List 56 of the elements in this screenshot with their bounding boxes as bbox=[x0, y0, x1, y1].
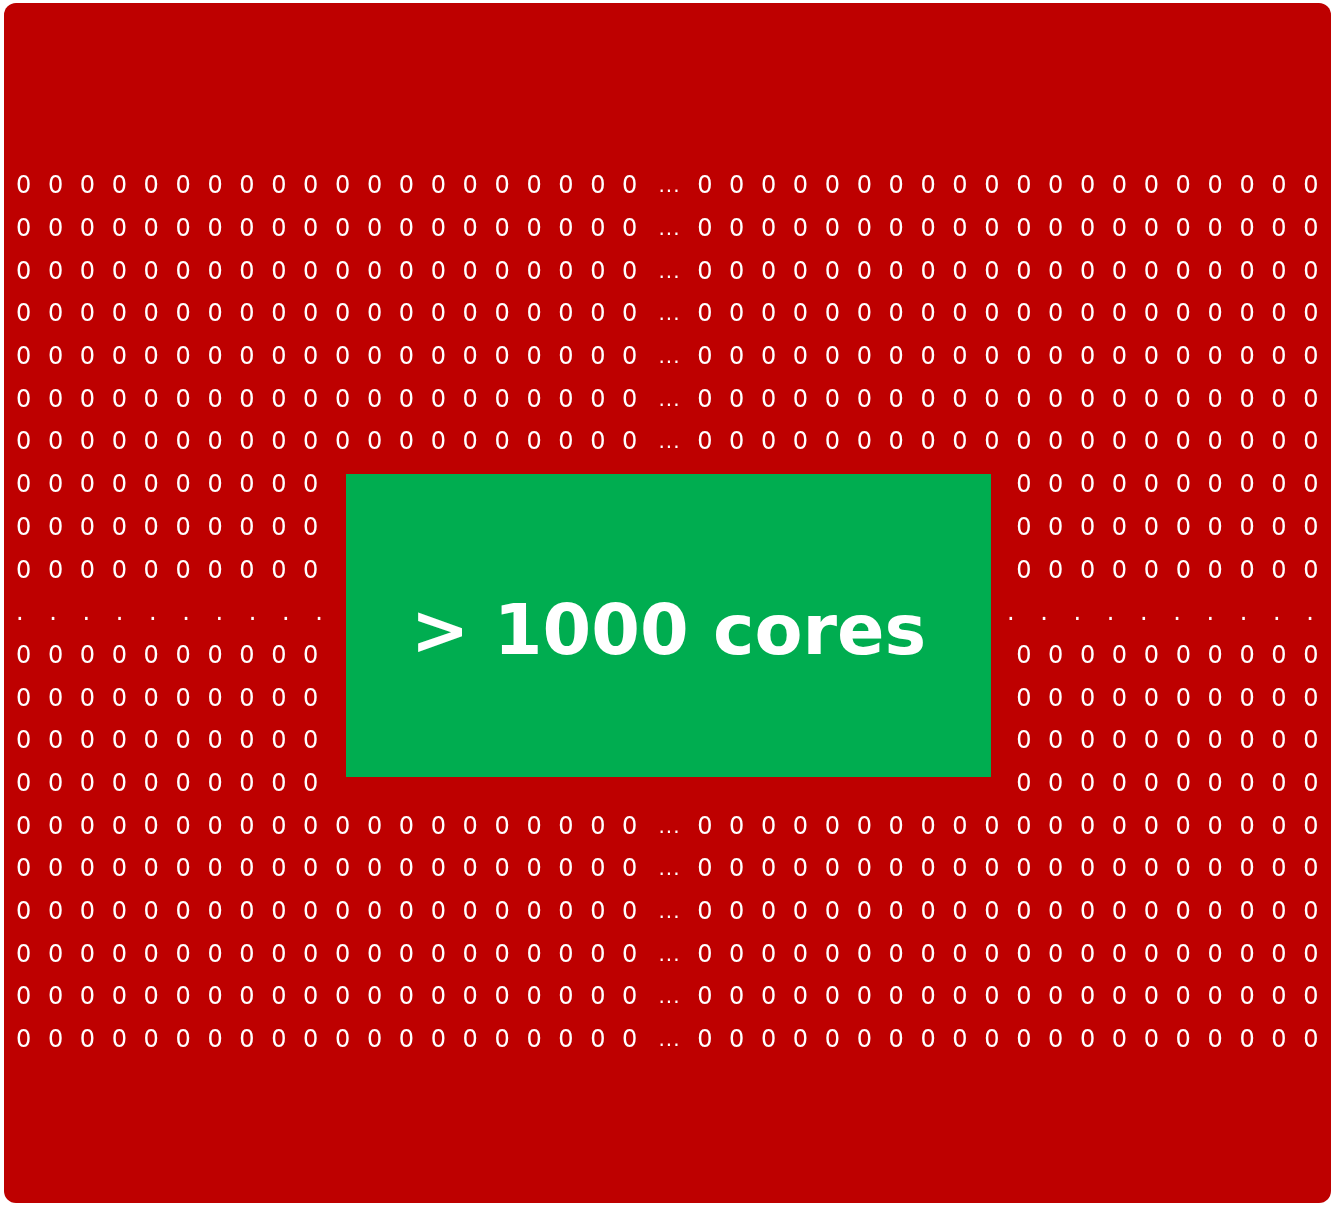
zero-row: 0 0 0 0 0 0 0 0 0 0 bbox=[1016, 472, 1323, 497]
zero-row: 0 0 0 0 0 0 0 0 0 0 0 0 0 0 0 0 0 0 0 0 bbox=[697, 856, 1323, 881]
zero-row: 0 0 0 0 0 0 0 0 0 0 0 0 0 0 0 0 0 0 0 0 bbox=[16, 813, 642, 838]
zero-row: 0 0 0 0 0 0 0 0 0 0 bbox=[1016, 728, 1323, 753]
zero-row: 0 0 0 0 0 0 0 0 0 0 0 0 0 0 0 0 0 0 0 0 bbox=[16, 173, 642, 198]
ellipsis: ... bbox=[658, 258, 681, 283]
zero-row: 0 0 0 0 0 0 0 0 0 0 0 0 0 0 0 0 0 0 0 0 bbox=[16, 941, 642, 966]
zero-row: 0 0 0 0 0 0 0 0 0 0 bbox=[16, 770, 323, 795]
zero-row: 0 0 0 0 0 0 0 0 0 0 bbox=[1016, 514, 1323, 539]
zero-row: 0 0 0 0 0 0 0 0 0 0 bbox=[16, 472, 323, 497]
zero-row: 0 0 0 0 0 0 0 0 0 0 0 0 0 0 0 0 0 0 0 0 bbox=[697, 344, 1323, 369]
ellipsis: ... bbox=[658, 941, 681, 966]
zero-row: 0 0 0 0 0 0 0 0 0 0 0 0 0 0 0 0 0 0 0 0 bbox=[16, 258, 642, 283]
zero-row: 0 0 0 0 0 0 0 0 0 0 0 0 0 0 0 0 0 0 0 0 bbox=[697, 429, 1323, 454]
zero-row: 0 0 0 0 0 0 0 0 0 0 0 0 0 0 0 0 0 0 0 0 bbox=[16, 899, 642, 924]
zero-row: 0 0 0 0 0 0 0 0 0 0 0 0 0 0 0 0 0 0 0 0 bbox=[16, 386, 642, 411]
zero-row: 0 0 0 0 0 0 0 0 0 0 bbox=[1016, 557, 1323, 582]
zero-row: 0 0 0 0 0 0 0 0 0 0 0 0 0 0 0 0 0 0 0 0 bbox=[16, 216, 642, 241]
zero-row: 0 0 0 0 0 0 0 0 0 0 0 0 0 0 0 0 0 0 0 0 bbox=[16, 301, 642, 326]
dot-row: . . . . . . . . . . bbox=[16, 600, 332, 625]
zero-row: 0 0 0 0 0 0 0 0 0 0 bbox=[16, 557, 323, 582]
zero-row: 0 0 0 0 0 0 0 0 0 0 bbox=[16, 685, 323, 710]
zero-row: 0 0 0 0 0 0 0 0 0 0 0 0 0 0 0 0 0 0 0 0 bbox=[16, 344, 642, 369]
callout-text: > 1000 cores bbox=[410, 588, 927, 671]
zero-row: 0 0 0 0 0 0 0 0 0 0 bbox=[1016, 770, 1323, 795]
zero-row: 0 0 0 0 0 0 0 0 0 0 0 0 0 0 0 0 0 0 0 0 bbox=[697, 1027, 1323, 1052]
zero-row: 0 0 0 0 0 0 0 0 0 0 bbox=[1016, 642, 1323, 667]
zero-row: 0 0 0 0 0 0 0 0 0 0 0 0 0 0 0 0 0 0 0 0 bbox=[697, 301, 1323, 326]
ellipsis: ... bbox=[658, 429, 681, 454]
ellipsis: ... bbox=[658, 344, 681, 369]
zero-row: 0 0 0 0 0 0 0 0 0 0 0 0 0 0 0 0 0 0 0 0 bbox=[697, 813, 1323, 838]
ellipsis: ... bbox=[658, 984, 681, 1009]
zero-row: 0 0 0 0 0 0 0 0 0 0 bbox=[1016, 685, 1323, 710]
zero-row: 0 0 0 0 0 0 0 0 0 0 0 0 0 0 0 0 0 0 0 0 bbox=[697, 216, 1323, 241]
zero-row: 0 0 0 0 0 0 0 0 0 0 0 0 0 0 0 0 0 0 0 0 bbox=[697, 941, 1323, 966]
zero-row: 0 0 0 0 0 0 0 0 0 0 0 0 0 0 0 0 0 0 0 0 bbox=[16, 856, 642, 881]
ellipsis: ... bbox=[658, 173, 681, 198]
zero-row: 0 0 0 0 0 0 0 0 0 0 0 0 0 0 0 0 0 0 0 0 bbox=[16, 429, 642, 454]
ellipsis: ... bbox=[658, 1027, 681, 1052]
ellipsis: ... bbox=[658, 899, 681, 924]
zero-row: 0 0 0 0 0 0 0 0 0 0 bbox=[16, 728, 323, 753]
zero-row: 0 0 0 0 0 0 0 0 0 0 0 0 0 0 0 0 0 0 0 0 bbox=[697, 258, 1323, 283]
ellipsis: ... bbox=[658, 386, 681, 411]
zero-row: 0 0 0 0 0 0 0 0 0 0 bbox=[16, 642, 323, 667]
zero-row: 0 0 0 0 0 0 0 0 0 0 0 0 0 0 0 0 0 0 0 0 bbox=[697, 386, 1323, 411]
zero-row: 0 0 0 0 0 0 0 0 0 0 0 0 0 0 0 0 0 0 0 0 bbox=[697, 984, 1323, 1009]
zero-row: 0 0 0 0 0 0 0 0 0 0 bbox=[16, 514, 323, 539]
zero-row: 0 0 0 0 0 0 0 0 0 0 0 0 0 0 0 0 0 0 0 0 bbox=[697, 899, 1323, 924]
dot-row: . . . . . . . . . . bbox=[1007, 600, 1323, 625]
ellipsis: ... bbox=[658, 856, 681, 881]
zero-row: 0 0 0 0 0 0 0 0 0 0 0 0 0 0 0 0 0 0 0 0 bbox=[697, 173, 1323, 198]
ellipsis: ... bbox=[658, 301, 681, 326]
zero-row: 0 0 0 0 0 0 0 0 0 0 0 0 0 0 0 0 0 0 0 0 bbox=[16, 1027, 642, 1052]
ellipsis: ... bbox=[658, 813, 681, 838]
zero-row: 0 0 0 0 0 0 0 0 0 0 0 0 0 0 0 0 0 0 0 0 bbox=[16, 984, 642, 1009]
ellipsis: ... bbox=[658, 216, 681, 241]
